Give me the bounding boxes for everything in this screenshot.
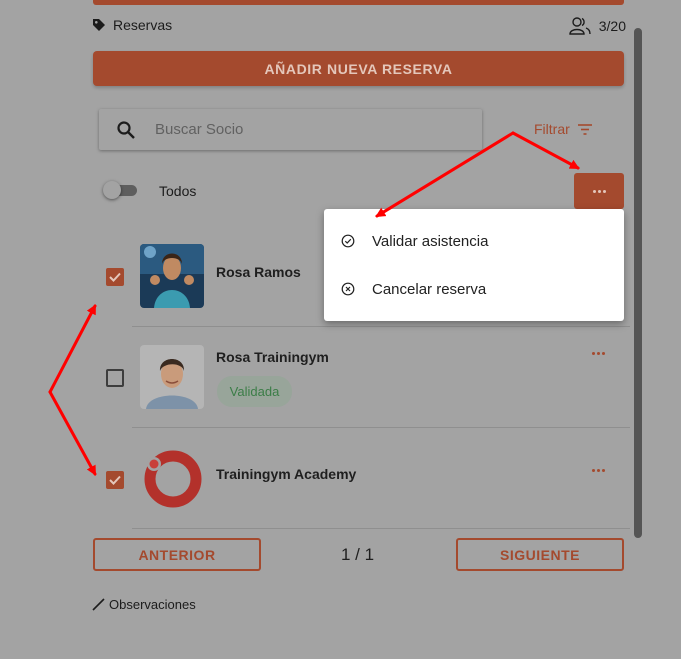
row-divider [132,528,630,529]
member-name: Trainingym Academy [216,466,357,482]
member-name: Rosa Trainingym [216,349,329,365]
menu-item-label: Cancelar reserva [372,280,487,298]
next-page-button[interactable]: SIGUIENTE [456,538,624,571]
filter-button[interactable]: Filtrar [534,121,592,137]
reservas-label: Reservas [113,17,173,33]
check-circle-icon [341,234,355,248]
observaciones-link[interactable]: Observaciones [92,597,196,612]
member-more-button[interactable] [592,469,605,472]
toggle-label: Todos [159,183,197,199]
member-more-button[interactable] [592,352,605,355]
users-icon [569,17,591,35]
add-reservation-button[interactable]: AÑADIR NUEVA RESERVA [93,51,624,86]
menu-item-cancel[interactable]: Cancelar reserva [324,265,624,313]
actions-menu: Validar asistencia Cancelar reserva [324,209,624,321]
member-name: Rosa Ramos [216,264,301,280]
search-input[interactable] [153,120,457,139]
page-indicator: 1 / 1 [340,545,375,564]
avatar [140,244,204,308]
x-circle-icon [341,282,355,296]
row-divider [132,326,630,327]
count-value: 3/20 [598,18,626,34]
todos-toggle[interactable] [103,181,139,199]
bulk-actions-more-button[interactable] [574,173,624,209]
search-box[interactable] [99,109,482,150]
trainingym-logo-avatar [140,446,204,510]
avatar [140,345,204,409]
menu-item-validate[interactable]: Validar asistencia [324,217,624,265]
member-checkbox[interactable] [106,268,124,286]
filter-label: Filtrar [534,121,570,137]
menu-item-label: Validar asistencia [372,232,489,250]
row-divider [132,427,630,428]
previous-page-button[interactable]: ANTERIOR [93,538,261,571]
search-icon [117,120,135,139]
top-action-bar-edge [93,0,624,5]
status-badge: Validada [217,376,292,407]
observaciones-label: Observaciones [109,597,196,612]
more-icon [592,189,606,193]
filter-icon [577,123,592,135]
check-icon [109,272,121,282]
toggle-knob [103,181,121,199]
reservas-header: Reservas [92,17,172,33]
pencil-icon [92,598,105,611]
reservation-count: 3/20 [569,17,626,35]
scrollbar[interactable] [634,28,642,538]
member-checkbox[interactable] [106,369,124,387]
member-checkbox[interactable] [106,471,124,489]
tag-icon [93,19,105,31]
check-icon [109,475,121,485]
